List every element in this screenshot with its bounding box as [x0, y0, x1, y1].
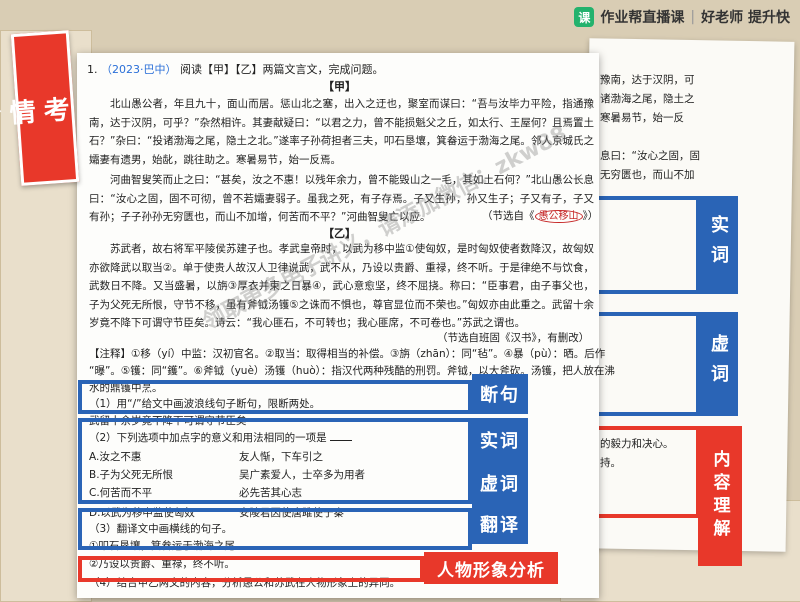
yi-paragraph: 苏武者，故右将军平陵侯苏建子也。孝武皇帝时，以武为移中监①使匈奴，是时匈奴使者数…	[89, 243, 594, 330]
kaoqing-fenxi-tag: 考情分析	[0, 30, 80, 186]
brand-logo-icon: 课	[574, 7, 595, 27]
question-header: 1. （2023·巴中） 阅读【甲】【乙】两篇文言文，完成问题。	[87, 61, 384, 77]
renwu-tag: 人物形象分析	[424, 552, 558, 584]
question-instruction: 阅读【甲】【乙】两篇文言文，完成问题。	[180, 63, 384, 76]
back-sheet-line: 豫南，达于汉阴，可	[600, 74, 695, 86]
yi-source: （节选自班固《汉书》，有删改）	[437, 332, 590, 344]
renwu-box	[78, 556, 424, 582]
yi-title: 【乙】	[323, 227, 356, 240]
brand-separator: |	[690, 9, 696, 25]
jia-title: 【甲】	[323, 80, 356, 93]
shici-xuci-box	[78, 418, 472, 504]
duanju-box	[78, 380, 472, 414]
jia-source: （节选自《 愚公移山 》）	[482, 210, 599, 223]
question-year: （2023·巴中）	[101, 63, 177, 76]
brand: 课 作业帮直播课 | 好老师 提升快	[574, 6, 790, 28]
fanyi-tag: 翻译	[472, 504, 528, 544]
fanyi-box	[78, 508, 472, 550]
back-sheet-line: 息曰：“汝心之固，固	[600, 150, 700, 162]
brand-name: 作业帮直播课	[600, 10, 685, 26]
back-sheet-line: 寒暑易节，始一反	[600, 112, 684, 124]
jia-paragraph-1: 北山愚公者，年且九十，面山而居。惩山北之塞，出入之迂也，聚室而谋曰：“吾与汝毕力…	[89, 98, 594, 166]
duanju-tag: 断句	[472, 374, 528, 414]
question-number: 1.	[87, 63, 98, 76]
right-shici-tag: 实词	[698, 196, 738, 294]
source-seal: 愚公移山	[534, 210, 583, 223]
back-sheet-line: 诸渤海之尾，隐土之	[600, 93, 695, 105]
back-sheet-line: 无穷匮也，而山不加	[600, 169, 695, 181]
right-neirong-tag: 内容理解	[698, 426, 742, 566]
xuci-tag: 虚词	[472, 461, 528, 504]
shici-tag: 实词	[472, 418, 528, 461]
brand-slogan: 好老师 提升快	[701, 10, 790, 26]
notes-line-2: “曝”。⑤镬：同“鑊”。⑥斧钺（yuè）汤镬（huò）：指汉代两种残酷的刑罚。斧…	[89, 365, 615, 377]
right-shici-box	[592, 196, 700, 294]
right-xuci-tag: 虚词	[698, 312, 738, 416]
top-bar: 课 作业帮直播课 | 好老师 提升快	[0, 0, 800, 34]
notes-line-1: 【注释】①移（yí）中监：汉初官名。②取当：取得相当的补偿。③旃（zhān）：同…	[89, 348, 606, 360]
right-neirong-box	[592, 426, 700, 518]
